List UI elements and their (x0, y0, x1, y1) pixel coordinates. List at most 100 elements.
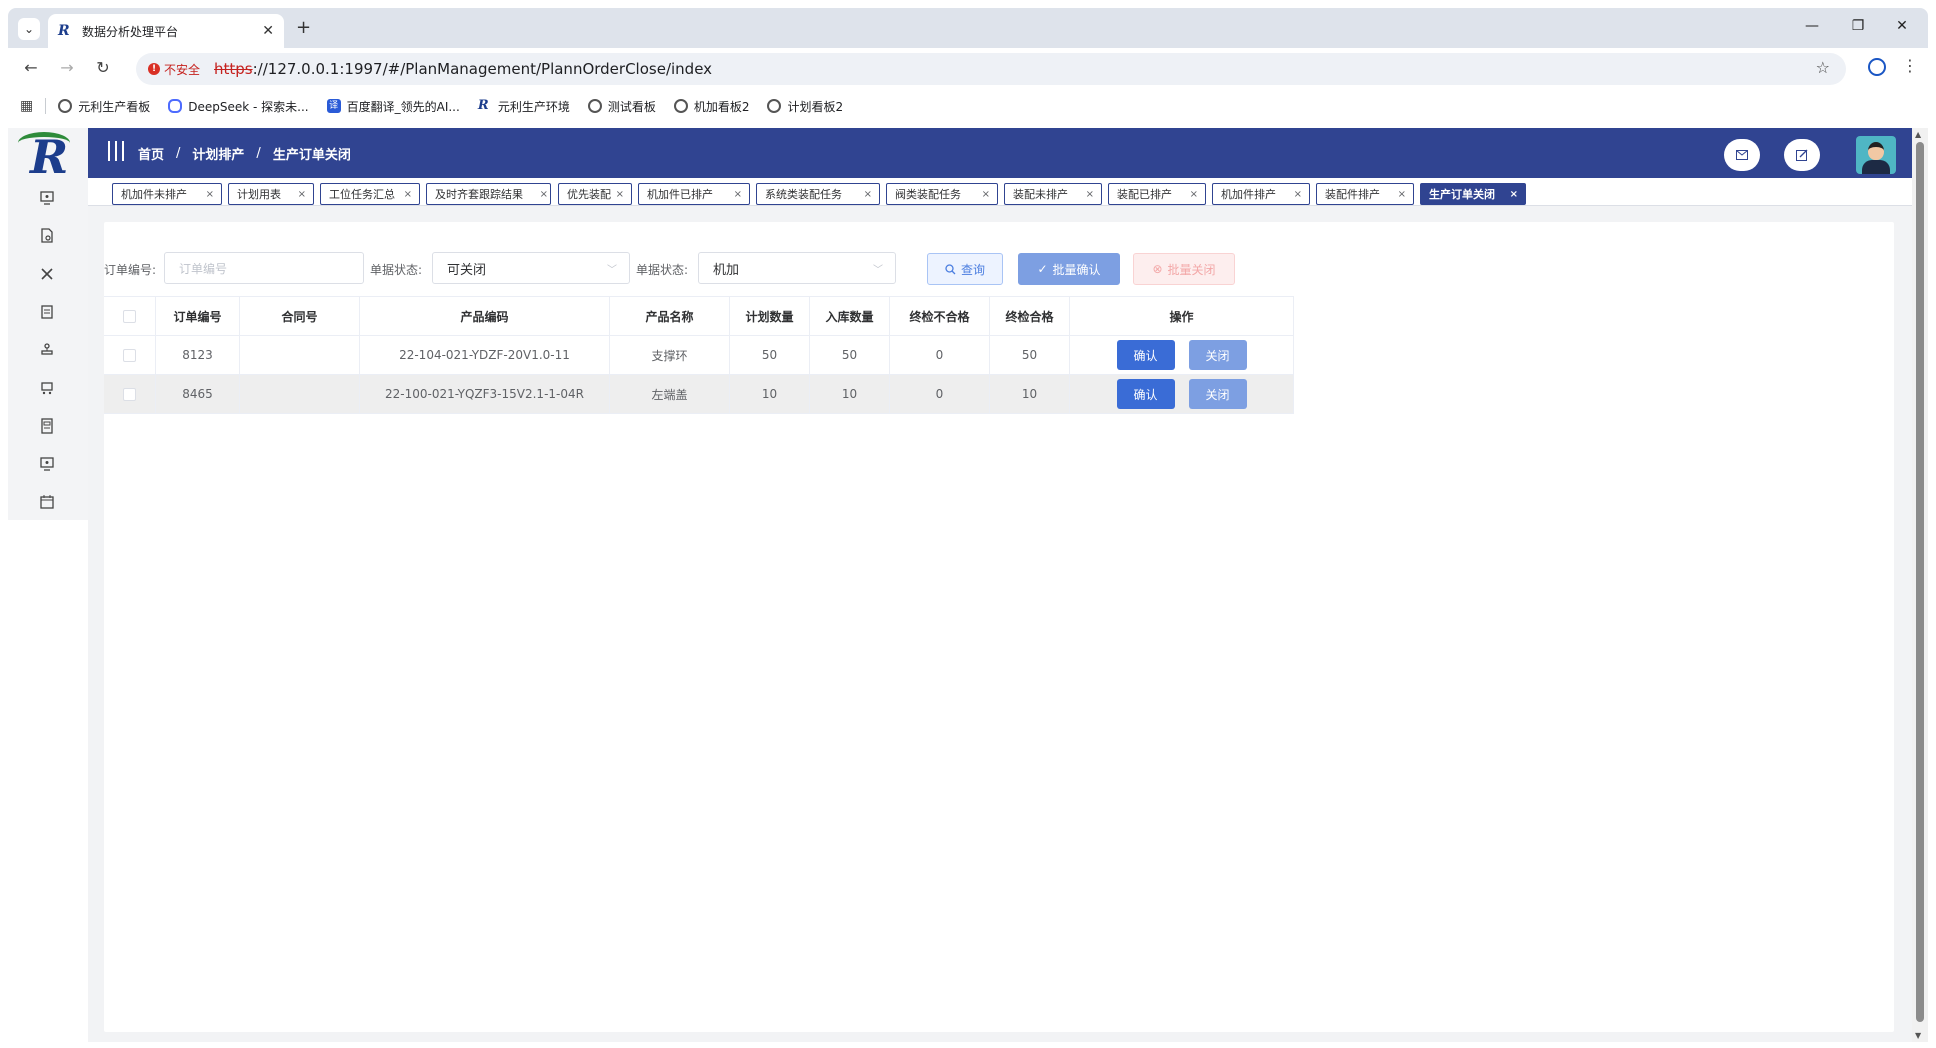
bookmark-star-icon[interactable]: ☆ (1816, 58, 1830, 77)
tag-label: 生产订单关闭 (1429, 188, 1495, 201)
scrollbar-thumb[interactable] (1916, 142, 1924, 1022)
globe-icon (587, 99, 602, 113)
clipboard-icon[interactable] (36, 304, 58, 324)
status-select-1[interactable]: 可关闭 ﹀ (432, 252, 630, 284)
screen-icon[interactable] (36, 456, 58, 476)
tag-item[interactable]: 装配未排产 × (1004, 183, 1102, 205)
query-button[interactable]: 查询 (927, 253, 1003, 285)
bookmark-item[interactable]: 机加看板2 (673, 98, 749, 115)
tag-close-icon[interactable]: × (982, 189, 990, 200)
close-button[interactable]: 关闭 (1188, 340, 1247, 370)
apps-grid-icon[interactable]: ▦ (20, 98, 33, 114)
document-search-icon[interactable] (36, 228, 58, 248)
order-no-input[interactable]: 订单编号 (164, 252, 364, 284)
tab-search-chevron-icon[interactable]: ⌄ (18, 18, 40, 40)
batch-close-button[interactable]: ⊗ 批量关闭 (1133, 253, 1235, 285)
window-close-icon[interactable]: ✕ (1892, 18, 1912, 34)
tag-label: 工位任务汇总 (329, 188, 395, 201)
header-checkbox-cell (104, 297, 156, 335)
tag-close-icon[interactable]: × (404, 189, 412, 200)
restore-icon[interactable]: ❐ (1848, 18, 1868, 34)
tag-item[interactable]: 装配已排产 × (1108, 183, 1206, 205)
tag-item[interactable]: 工位任务汇总 × (320, 183, 420, 205)
status-select-2[interactable]: 机加 ﹀ (698, 252, 896, 284)
tag-item[interactable]: 系统类装配任务 × (756, 183, 880, 205)
tag-close-icon[interactable]: × (298, 189, 306, 200)
scroll-up-icon[interactable]: ▲ (1915, 130, 1921, 139)
edit-icon (1796, 149, 1808, 161)
tag-item[interactable]: 机加件已排产 × (638, 183, 750, 205)
forward-arrow-icon[interactable]: → (56, 58, 78, 77)
minimize-icon[interactable]: — (1802, 18, 1822, 34)
browser-menu-icon[interactable]: ⋮ (1902, 56, 1918, 75)
security-label: 不安全 (164, 62, 201, 77)
profile-icon[interactable] (1868, 58, 1886, 76)
tag-label: 机加件未排产 (121, 188, 187, 201)
tag-close-icon[interactable]: × (1510, 189, 1518, 200)
bookmark-item[interactable]: 计划看板2 (767, 98, 843, 115)
reload-icon[interactable]: ↻ (92, 58, 114, 77)
tools-icon[interactable] (36, 266, 58, 286)
new-tab-plus-icon[interactable]: + (296, 17, 311, 38)
calendar-icon[interactable] (36, 494, 58, 514)
tag-close-icon[interactable]: × (1190, 189, 1198, 200)
stamp-icon[interactable] (36, 342, 58, 362)
mail-button[interactable] (1724, 139, 1760, 171)
scroll-down-icon[interactable]: ▼ (1915, 1031, 1921, 1040)
hamburger-icon[interactable] (108, 141, 124, 161)
tag-close-icon[interactable]: × (1086, 189, 1094, 200)
user-avatar[interactable] (1856, 136, 1896, 174)
monitor-icon[interactable] (36, 190, 58, 210)
address-bar[interactable]: ! 不安全 https://127.0.0.1:1997/#/PlanManag… (136, 53, 1846, 85)
browser-tab[interactable]: R 数据分析处理平台 ✕ (48, 14, 284, 48)
bookmark-label: 元利生产环境 (497, 99, 570, 114)
confirm-button[interactable]: 确认 (1116, 340, 1175, 370)
batch-confirm-button[interactable]: ✓ 批量确认 (1018, 253, 1120, 285)
bookmarks-bar: ▦ 元利生产看板 DeepSeek - 探索未... 译百度翻译_领先的AI..… (8, 92, 1928, 120)
screen: ⌄ R 数据分析处理平台 ✕ + — ❐ ✕ ← → ↻ ! 不安全 https… (0, 0, 1936, 1048)
content-card: 订单编号: 订单编号 单据状态: 可关闭 ﹀ 单据状态: 机加 ﹀ 查询 ✓ 批… (104, 222, 1894, 1032)
bookmark-item[interactable]: DeepSeek - 探索未... (168, 98, 309, 115)
breadcrumb-home[interactable]: 首页 (138, 144, 164, 163)
bookmark-item[interactable]: 测试看板 (587, 98, 656, 115)
page-scrollbar[interactable]: ▲ ▼ (1912, 128, 1928, 1042)
tag-close-icon[interactable]: × (540, 189, 548, 200)
bookmark-item[interactable]: 元利生产看板 (58, 98, 150, 115)
close-button[interactable]: 关闭 (1188, 379, 1247, 409)
select-all-checkbox[interactable] (123, 309, 136, 323)
bookmark-item[interactable]: R 元利生产环境 (478, 98, 570, 115)
tag-item[interactable]: 计划用表 × (228, 183, 314, 205)
tag-item[interactable]: 及时齐套跟踪结果 × (426, 183, 551, 205)
row-checkbox[interactable] (123, 348, 136, 362)
tag-close-icon[interactable]: × (1294, 189, 1302, 200)
tag-item[interactable]: 装配件排产 × (1316, 183, 1414, 205)
tag-close-icon[interactable]: × (734, 189, 742, 200)
tag-item[interactable]: 机加件未排产 × (112, 183, 222, 205)
cell-in-qty: 10 (810, 375, 890, 413)
tag-item[interactable]: 阀类装配任务 × (886, 183, 998, 205)
logo-letter: R (30, 130, 69, 184)
tag-item-active[interactable]: 生产订单关闭 × (1420, 183, 1526, 205)
edit-button[interactable] (1784, 139, 1820, 171)
top-navbar: 首页 / 计划排产 / 生产订单关闭 (88, 128, 1912, 178)
tag-close-icon[interactable]: × (206, 189, 214, 200)
tag-close-icon[interactable]: × (864, 189, 872, 200)
security-indicator[interactable]: ! 不安全 (148, 61, 200, 78)
tag-close-icon[interactable]: × (1398, 189, 1406, 200)
confirm-button[interactable]: 确认 (1116, 379, 1175, 409)
row-checkbox[interactable] (123, 387, 136, 401)
tag-item[interactable]: 优先装配 × (558, 183, 632, 205)
cart-icon[interactable] (36, 380, 58, 400)
tag-item[interactable]: 机加件排产 × (1212, 183, 1310, 205)
bookmark-item[interactable]: 译百度翻译_领先的AI... (326, 98, 460, 115)
report-icon[interactable] (36, 418, 58, 438)
breadcrumb-plan[interactable]: 计划排产 (192, 144, 244, 163)
tab-close-icon[interactable]: ✕ (262, 23, 274, 39)
globe-icon (767, 99, 782, 113)
url-text[interactable]: https://127.0.0.1:1997/#/PlanManagement/… (214, 60, 712, 78)
back-arrow-icon[interactable]: ← (20, 58, 42, 77)
status-label-1: 单据状态: (370, 263, 423, 277)
tag-close-icon[interactable]: × (616, 189, 624, 200)
filter-bar: 订单编号: 订单编号 单据状态: 可关闭 ﹀ 单据状态: 机加 ﹀ 查询 ✓ 批… (104, 252, 1894, 286)
app-root: R 首页 / 计划排产 / 生产订单关闭 机加件未排产 × 计划用表 × 工位任… (8, 128, 1912, 1042)
